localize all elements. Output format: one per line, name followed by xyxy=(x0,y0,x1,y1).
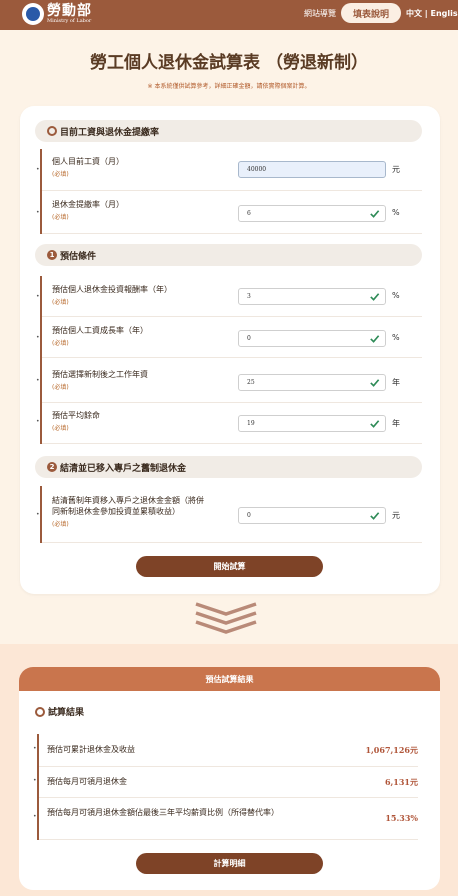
circle-icon xyxy=(47,126,57,136)
work-years-input[interactable]: 25 xyxy=(238,374,386,391)
results-card: 預估試算結果 試算結果 • 預估可累計退休金及收益 1,067,126元 • 預… xyxy=(19,667,440,890)
results-subheader: 試算結果 xyxy=(35,705,84,718)
ministry-logo[interactable]: 勞動部 Ministry of Labor xyxy=(22,3,92,25)
return-rate-unit: % xyxy=(392,291,400,300)
check-icon xyxy=(370,293,380,301)
ministry-emblem-icon xyxy=(22,3,44,25)
result-value: 15.33% xyxy=(385,813,418,823)
result-value: 1,067,126元 xyxy=(365,745,418,755)
life-expectancy-row: • 預估平均餘命 (必填) 19 年 xyxy=(36,403,422,444)
bullet-icon: • xyxy=(36,511,40,518)
bullet-icon: • xyxy=(36,418,40,425)
life-expectancy-input[interactable]: 19 xyxy=(238,415,386,432)
salary-input[interactable]: 40000 xyxy=(238,161,386,178)
old-pension-label: 結清舊制年資移入專戶之退休金金額（將併 同新制退休金參加投資並累積收益） (必填) xyxy=(52,496,204,528)
section-title: 預估條件 xyxy=(60,251,97,262)
result-label: 預估每月可領月退休金額佔最後三年平均薪資比例（所得替代率） xyxy=(47,808,279,817)
salary-growth-unit: % xyxy=(392,333,400,342)
result-row: • 預估可累計退休金及收益 1,067,126元 xyxy=(33,734,418,767)
calculator-form-card: 目前工資與退休金提繳率 • 個人目前工資（月） (必填) 40000 元 • 退休… xyxy=(20,106,440,594)
life-expectancy-unit: 年 xyxy=(392,419,400,428)
number-badge-icon: 1 xyxy=(47,250,57,260)
chevron-down-icon xyxy=(195,602,257,634)
sitemap-link[interactable]: 網站導覽 xyxy=(304,8,336,19)
bullet-icon: • xyxy=(36,166,40,173)
result-label: 預估可累計退休金及收益 xyxy=(47,745,135,754)
section-estimate: 1 預估條件 xyxy=(35,244,422,266)
check-icon xyxy=(370,335,380,343)
result-value: 6,131元 xyxy=(384,777,418,787)
page-title: 勞工個人退休金試算表 （勞退新制） xyxy=(90,53,368,73)
work-years-label: 預估選擇新制後之工作年資 (必填) xyxy=(52,370,148,391)
section-title: 結清並已移入專戶之舊制退休金 xyxy=(60,463,187,474)
contribution-label: 退休金提繳率（月） (必填) xyxy=(52,200,124,221)
disclaimer-notice: ※ 本系統僅供試算參考，詳細正確金額，請依實際個案計算。 xyxy=(147,83,311,90)
salary-growth-input[interactable]: 0 xyxy=(238,330,386,347)
contribution-row: • 退休金提繳率（月） (必填) 6 % xyxy=(36,191,422,234)
bullet-icon: • xyxy=(36,334,40,341)
top-bar: 勞動部 Ministry of Labor 網站導覽 填表說明 中文 | Eng… xyxy=(0,0,458,30)
check-icon xyxy=(370,512,380,520)
old-pension-unit: 元 xyxy=(392,511,400,520)
bullet-icon: • xyxy=(36,293,40,300)
result-label: 預估每月可領月退休金 xyxy=(47,777,127,786)
result-row: • 預估每月可領月退休金 6,131元 xyxy=(33,767,418,798)
section-current-wage: 目前工資與退休金提繳率 xyxy=(35,120,422,142)
return-rate-row: • 預估個人退休金投資報酬率（年） (必填) 3 % xyxy=(36,276,422,317)
form-guide-button[interactable]: 填表說明 xyxy=(341,3,401,23)
old-pension-input[interactable]: 0 xyxy=(238,507,386,524)
work-years-row: • 預估選擇新制後之工作年資 (必填) 25 年 xyxy=(36,358,422,403)
bullet-icon: • xyxy=(33,745,37,752)
old-pension-row: • 結清舊制年資移入專戶之退休金金額（將併 同新制退休金參加投資並累積收益） (必填… xyxy=(36,486,422,543)
life-expectancy-label: 預估平均餘命 (必填) xyxy=(52,411,100,432)
contribution-unit: % xyxy=(392,208,400,217)
salary-row: • 個人目前工資（月） (必填) 40000 元 xyxy=(36,149,422,191)
check-icon xyxy=(370,210,380,218)
return-rate-label: 預估個人退休金投資報酬率（年） (必填) xyxy=(52,285,172,306)
number-badge-icon: 2 xyxy=(47,462,57,472)
bullet-icon: • xyxy=(33,777,37,784)
start-calculation-button[interactable]: 開始試算 xyxy=(136,556,323,577)
bullet-icon: • xyxy=(36,377,40,384)
salary-unit: 元 xyxy=(392,165,400,174)
calculation-detail-button[interactable]: 計算明細 xyxy=(136,853,323,874)
bullet-icon: • xyxy=(33,813,37,820)
results-header: 預估試算結果 xyxy=(19,667,440,691)
check-icon xyxy=(370,420,380,428)
check-icon xyxy=(370,379,380,387)
logo-english: Ministry of Labor xyxy=(47,18,92,24)
return-rate-input[interactable]: 3 xyxy=(238,288,386,305)
section-settle-old-system: 2 結清並已移入專戶之舊制退休金 xyxy=(35,456,422,478)
logo-chinese: 勞動部 xyxy=(47,3,92,19)
section-title: 目前工資與退休金提繳率 xyxy=(60,127,160,138)
salary-growth-label: 預估個人工資成長率（年） (必填) xyxy=(52,326,148,347)
work-years-unit: 年 xyxy=(392,378,400,387)
salary-label: 個人目前工資（月） (必填) xyxy=(52,157,124,178)
salary-growth-row: • 預估個人工資成長率（年） (必填) 0 % xyxy=(36,317,422,358)
contribution-select[interactable]: 6 xyxy=(238,205,386,222)
circle-icon xyxy=(35,706,45,717)
bullet-icon: • xyxy=(36,209,40,216)
language-switch[interactable]: 中文 | English xyxy=(406,8,458,19)
result-row: • 預估每月可領月退休金額佔最後三年平均薪資比例（所得替代率） 15.33% xyxy=(33,798,418,840)
